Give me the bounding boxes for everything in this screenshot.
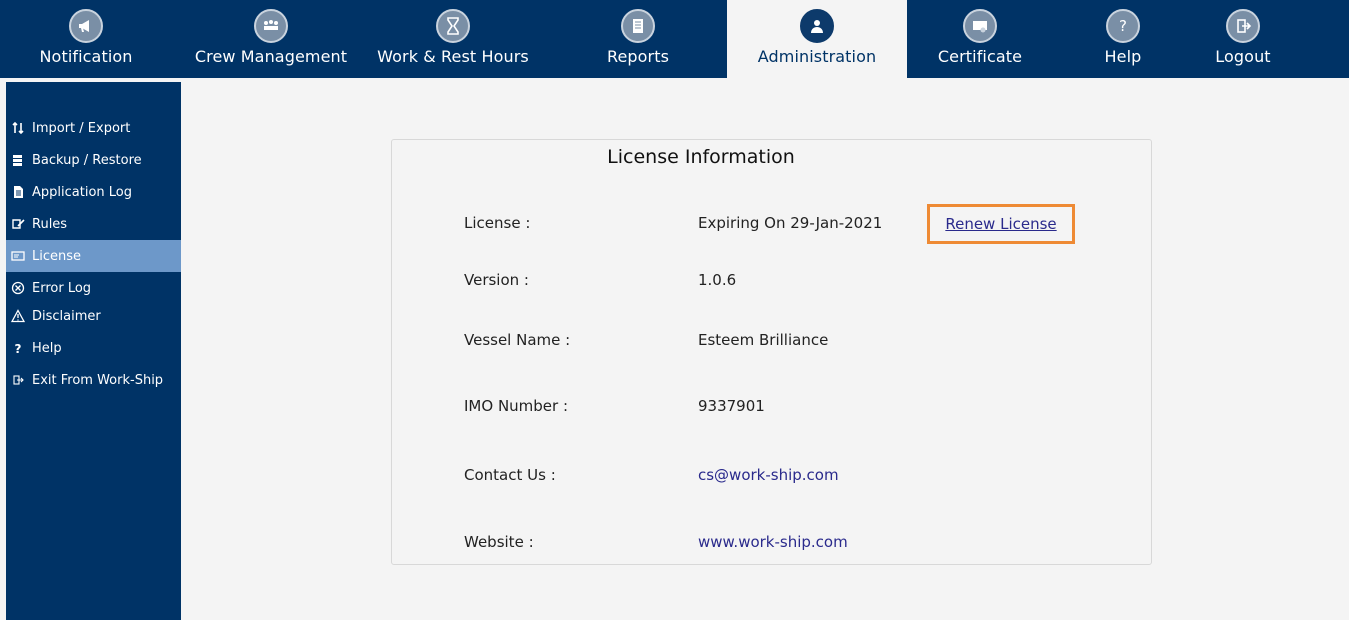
contact-us-label: Contact Us : xyxy=(464,466,556,484)
sidebar-item-exit[interactable]: Exit From Work-Ship xyxy=(6,364,181,396)
question-icon: ? xyxy=(8,340,28,356)
warning-icon xyxy=(8,308,28,324)
import-export-icon xyxy=(8,120,28,136)
crew-icon xyxy=(254,9,288,43)
sidebar-item-label: Application Log xyxy=(32,184,132,200)
sidebar-item-label: Help xyxy=(32,340,62,356)
nav-help[interactable]: ? Help xyxy=(1070,0,1176,78)
svg-text:?: ? xyxy=(1119,17,1127,35)
top-navigation: Notification Crew Management Work & Rest… xyxy=(0,0,1349,78)
nav-certificate[interactable]: Certificate xyxy=(910,0,1050,78)
question-icon: ? xyxy=(1106,9,1140,43)
nav-label: Certificate xyxy=(937,47,1023,66)
imo-number-value: 9337901 xyxy=(698,397,765,415)
nav-logout[interactable]: Logout xyxy=(1190,0,1296,78)
nav-label: Notification xyxy=(39,47,133,66)
sidebar-item-label: Error Log xyxy=(32,280,92,296)
sidebar-item-label: License xyxy=(32,248,82,264)
svg-text:?: ? xyxy=(15,342,22,355)
rules-icon xyxy=(8,216,28,232)
sidebar-item-label: Disclaimer xyxy=(32,308,101,324)
imo-number-label: IMO Number : xyxy=(464,397,569,415)
document-icon xyxy=(8,184,28,200)
hourglass-icon xyxy=(436,9,470,43)
reports-icon xyxy=(621,9,655,43)
sidebar: Import / Export Backup / Restore Applica… xyxy=(6,82,181,620)
license-label: License : xyxy=(464,214,531,232)
nav-work-rest-hours[interactable]: Work & Rest Hours xyxy=(366,0,540,78)
certificate-icon xyxy=(963,9,997,43)
panel-title: License Information xyxy=(607,146,795,168)
megaphone-icon xyxy=(69,9,103,43)
sidebar-item-import-export[interactable]: Import / Export xyxy=(6,112,181,144)
renew-license-highlight: Renew License xyxy=(927,204,1075,244)
sidebar-item-label: Import / Export xyxy=(32,120,131,136)
sidebar-item-label: Exit From Work-Ship xyxy=(32,372,164,388)
version-value: 1.0.6 xyxy=(698,271,737,289)
nav-label: Help xyxy=(1104,47,1142,66)
sidebar-item-label: Rules xyxy=(32,216,68,232)
error-icon xyxy=(8,280,28,296)
exit-icon xyxy=(8,372,28,388)
renew-license-link[interactable]: Renew License xyxy=(945,215,1056,233)
contact-email-link[interactable]: cs@work-ship.com xyxy=(698,466,839,484)
nav-reports[interactable]: Reports xyxy=(553,0,723,78)
nav-label: Reports xyxy=(606,47,670,66)
sidebar-item-rules[interactable]: Rules xyxy=(6,208,181,240)
website-link[interactable]: www.work-ship.com xyxy=(698,533,848,551)
website-label: Website : xyxy=(464,533,534,551)
sidebar-item-help[interactable]: ? Help xyxy=(6,332,181,364)
nav-crew-management[interactable]: Crew Management xyxy=(186,0,356,78)
sidebar-item-disclaimer[interactable]: Disclaimer xyxy=(6,300,181,332)
license-information-panel: License Information License : Expiring O… xyxy=(391,139,1152,565)
nav-notification[interactable]: Notification xyxy=(0,0,172,78)
nav-label: Logout xyxy=(1215,47,1271,66)
nav-label: Crew Management xyxy=(194,47,348,66)
sidebar-item-label: Backup / Restore xyxy=(32,152,142,168)
license-value: Expiring On 29-Jan-2021 xyxy=(698,214,883,232)
vessel-name-value: Esteem Brilliance xyxy=(698,331,829,349)
license-icon xyxy=(8,248,28,264)
nav-label: Administration xyxy=(757,47,877,66)
backup-icon xyxy=(8,152,28,168)
nav-administration[interactable]: Administration xyxy=(727,0,907,78)
sidebar-item-application-log[interactable]: Application Log xyxy=(6,176,181,208)
sidebar-item-backup-restore[interactable]: Backup / Restore xyxy=(6,144,181,176)
version-label: Version : xyxy=(464,271,529,289)
nav-label: Work & Rest Hours xyxy=(377,47,529,66)
admin-user-icon xyxy=(800,9,834,43)
sidebar-item-license[interactable]: License xyxy=(6,240,181,272)
logout-icon xyxy=(1226,9,1260,43)
vessel-name-label: Vessel Name : xyxy=(464,331,571,349)
